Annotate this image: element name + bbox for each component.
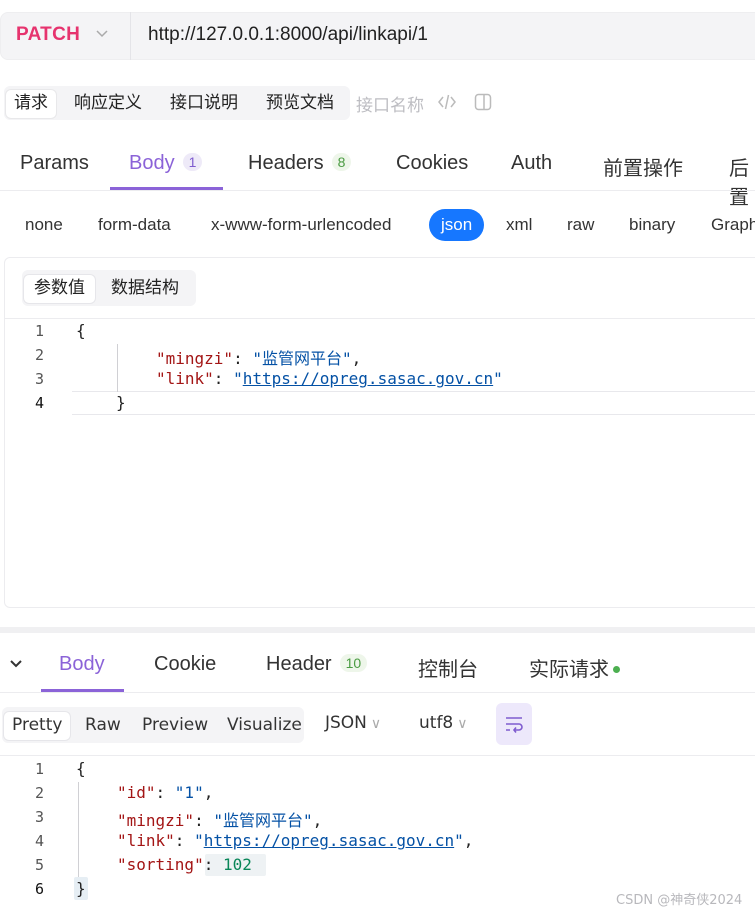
indent-guide — [78, 782, 79, 878]
tabs-divider — [0, 190, 755, 191]
editor-header-divider — [4, 318, 755, 319]
line-number: 2 — [34, 346, 44, 364]
header-count-badge: 10 — [339, 654, 368, 672]
line-number: 4 — [34, 832, 44, 850]
request-body-editor — [4, 257, 755, 608]
segment-values[interactable]: 参数值 — [24, 275, 95, 303]
response-tab-cookie[interactable]: Cookie — [154, 653, 216, 676]
line-number: 1 — [34, 322, 44, 340]
body-type-graphql[interactable]: GraphQL — [711, 215, 755, 235]
response-tab-actual-request[interactable]: 实际请求 — [529, 653, 620, 682]
response-tab-console[interactable]: 控制台 — [418, 653, 478, 682]
chevron-down-icon[interactable] — [8, 656, 24, 672]
side-panel-icon[interactable] — [474, 93, 492, 111]
code-line[interactable]: "link": "https://opreg.sasac.gov.cn", — [117, 831, 473, 850]
chevron-down-icon[interactable] — [94, 24, 110, 44]
view-pretty[interactable]: Pretty — [4, 712, 71, 740]
code-line[interactable]: "link": "https://opreg.sasac.gov.cn" — [156, 369, 503, 388]
subtab-response-def[interactable]: 响应定义 — [74, 90, 142, 118]
view-visualize[interactable]: Visualize — [227, 712, 302, 740]
tab-auth[interactable]: Auth — [511, 152, 552, 175]
body-type-raw[interactable]: raw — [567, 215, 594, 235]
code-line[interactable]: } — [116, 393, 126, 412]
body-type-binary[interactable]: binary — [629, 215, 675, 235]
response-tab-body[interactable]: Body — [59, 653, 105, 676]
tab-cookies[interactable]: Cookies — [396, 152, 468, 175]
body-count-badge: 1 — [182, 153, 203, 171]
response-tab-header[interactable]: Header 10 — [266, 653, 368, 676]
body-type-urlencoded[interactable]: x-www-form-urlencoded — [211, 215, 391, 235]
body-type-none[interactable]: none — [25, 215, 63, 235]
tab-params[interactable]: Params — [20, 152, 89, 175]
code-line[interactable]: "sorting": 102 — [117, 855, 252, 874]
view-preview[interactable]: Preview — [142, 712, 208, 740]
response-tabs-divider — [0, 692, 755, 693]
code-line[interactable]: "mingzi": "监管网平台", — [117, 807, 322, 831]
headers-count-badge: 8 — [331, 153, 352, 171]
code-line[interactable]: "id": "1", — [117, 783, 213, 802]
subtab-api-doc[interactable]: 接口说明 — [170, 90, 238, 118]
url-link[interactable]: https://opreg.sasac.gov.cn — [204, 831, 454, 850]
line-number: 1 — [34, 760, 44, 778]
status-dot — [613, 666, 620, 673]
line-number: 6 — [34, 880, 44, 898]
url-input[interactable]: http://127.0.0.1:8000/api/linkapi/1 — [148, 24, 428, 46]
subtab-preview-doc[interactable]: 预览文档 — [266, 90, 334, 118]
code-line[interactable]: { — [76, 759, 86, 778]
code-line[interactable]: { — [76, 321, 86, 340]
tab-body[interactable]: Body 1 — [129, 152, 203, 175]
code-line[interactable]: "mingzi": "监管网平台", — [156, 345, 361, 369]
method-select[interactable]: PATCH — [16, 24, 80, 46]
watermark: CSDN @神奇侠2024 — [616, 893, 743, 908]
chevron-down-icon: ∨ — [370, 716, 382, 732]
tab-headers[interactable]: Headers 8 — [248, 152, 352, 175]
current-line-highlight — [72, 391, 755, 415]
indent-guide — [117, 344, 118, 392]
interface-name-input[interactable]: 接口名称 — [356, 91, 424, 116]
encoding-select[interactable]: utf8 ∨ — [419, 713, 468, 733]
line-number: 3 — [34, 808, 44, 826]
body-type-json[interactable]: json — [429, 209, 485, 241]
body-type-form-data[interactable]: form-data — [98, 215, 171, 235]
code-icon[interactable] — [437, 92, 457, 112]
word-wrap-button[interactable] — [496, 703, 532, 745]
segment-schema[interactable]: 数据结构 — [111, 275, 179, 303]
view-raw[interactable]: Raw — [85, 712, 121, 740]
tab-pre-ops[interactable]: 前置操作 — [603, 152, 683, 181]
wrap-icon — [506, 717, 523, 733]
tab-post-ops[interactable]: 后置 — [729, 152, 755, 210]
line-number: 3 — [34, 370, 44, 388]
url-link[interactable]: https://opreg.sasac.gov.cn — [243, 369, 493, 388]
format-select[interactable]: JSON ∨ — [325, 713, 381, 733]
line-number: 2 — [34, 784, 44, 802]
line-number: 5 — [34, 856, 44, 874]
code-line[interactable]: } — [76, 879, 86, 898]
view-divider — [0, 755, 755, 756]
url-divider — [130, 12, 131, 60]
body-type-xml[interactable]: xml — [506, 215, 532, 235]
subtab-request[interactable]: 请求 — [6, 90, 56, 118]
line-number: 4 — [34, 394, 44, 412]
section-separator — [0, 627, 755, 633]
chevron-down-icon: ∨ — [457, 716, 468, 732]
